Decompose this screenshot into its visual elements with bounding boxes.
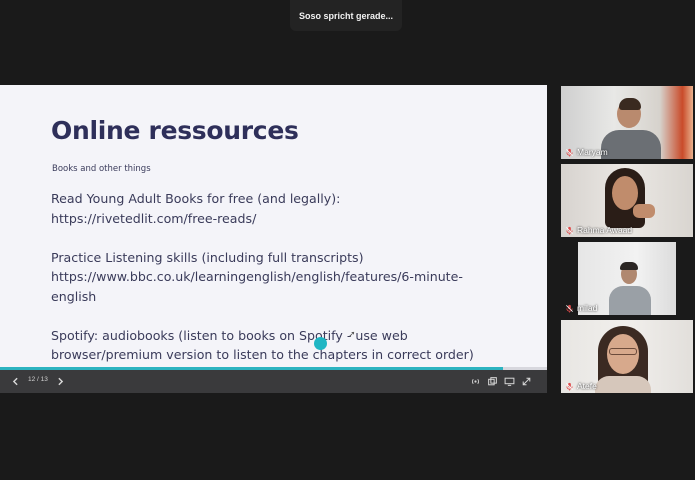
participant-name-tag: Maryam	[565, 147, 608, 157]
copy-button[interactable]	[487, 375, 498, 388]
participant-tile[interactable]: milad	[561, 242, 693, 315]
mic-muted-icon	[566, 304, 573, 313]
participant-shirt	[595, 376, 651, 393]
slide-text-line: browser/premium version to listen to the…	[51, 347, 474, 362]
participant-name-tag: milad	[565, 303, 597, 313]
participant-name: Maryam	[577, 147, 608, 157]
slide-paragraph: Practice Listening skills (including ful…	[51, 248, 501, 307]
participant-name: milad	[577, 303, 598, 313]
presentation-controls: 12 / 13	[0, 370, 547, 393]
broadcast-icon	[471, 378, 480, 385]
next-slide-button[interactable]	[55, 375, 66, 388]
participant-tile[interactable]: Maryam	[561, 86, 693, 159]
broadcast-button[interactable]	[470, 375, 481, 388]
participant-name-tag: Atefe	[565, 381, 597, 391]
copy-icon	[488, 377, 497, 386]
screen-button[interactable]	[504, 375, 515, 388]
slide-subtitle: Books and other things	[52, 164, 151, 174]
chevron-right-icon	[58, 377, 64, 386]
participant-name: Atefe	[577, 381, 597, 391]
participant-tile[interactable]: Rahma Awaad	[561, 164, 693, 237]
mic-muted-icon	[566, 382, 573, 391]
fullscreen-button[interactable]	[521, 375, 532, 388]
participant-glasses	[609, 348, 637, 355]
speaker-indicator: Soso spricht gerade...	[290, 0, 402, 31]
slide-text-line: https://rivetedlit.com/free-reads/	[51, 210, 257, 226]
participant-name: Rahma Awaad	[577, 225, 633, 235]
mouse-cursor-icon: ➚	[348, 330, 356, 340]
participant-name-tag: Rahma Awaad	[565, 225, 632, 235]
slide-paragraph: Read Young Adult Books for free (and leg…	[51, 189, 501, 228]
participant-hand	[633, 204, 655, 218]
previous-slide-button[interactable]	[10, 375, 21, 388]
expand-icon	[522, 377, 531, 386]
screen-share: Online ressources Books and other things…	[0, 85, 547, 393]
presentation-slide: Online ressources Books and other things…	[0, 85, 547, 370]
slide-text-line: Spotify: audiobooks (listen to books on …	[51, 327, 408, 343]
slide-paragraph: Spotify: audiobooks (listen to books on …	[51, 326, 501, 365]
participant-shirt	[609, 286, 651, 315]
screen-icon	[504, 377, 515, 386]
participant-tile[interactable]: Atefe	[561, 320, 693, 393]
participant-hair	[620, 262, 638, 270]
slide-text-line: english	[51, 288, 97, 304]
chevron-left-icon	[12, 377, 18, 386]
laser-pointer	[314, 337, 327, 350]
slide-text-line: https://www.bbc.co.uk/learningenglish/en…	[51, 269, 463, 284]
slide-title: Online ressources	[51, 116, 299, 145]
slide-body: Read Young Adult Books for free (and leg…	[51, 189, 501, 370]
participant-shirt	[601, 130, 661, 159]
page-counter: 12 / 13	[28, 376, 48, 383]
mic-muted-icon	[566, 148, 573, 157]
slide-text-line: Practice Listening skills (including ful…	[51, 249, 364, 265]
slide-text-line: Read Young Adult Books for free (and leg…	[51, 191, 341, 206]
mic-muted-icon	[566, 226, 573, 235]
participant-hair	[619, 98, 641, 110]
